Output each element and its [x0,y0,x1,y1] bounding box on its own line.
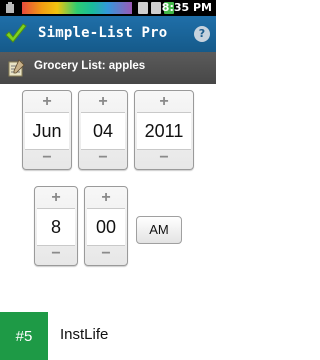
notification-strip [22,2,132,14]
month-increment-button[interactable]: + [23,92,71,112]
minute-increment-button[interactable]: + [85,188,127,208]
list-header: Grocery List: apples [0,52,216,84]
title-bar: Simple-List Pro ? [0,16,216,52]
hour-value[interactable]: 8 [37,208,75,246]
minute-decrement-button[interactable]: − [85,244,127,264]
app-name: InstLife [60,326,109,343]
hour-spinner: + 8 − [34,186,78,266]
hour-decrement-button[interactable]: − [35,244,77,264]
wifi-icon [138,2,148,14]
list-title: Grocery List: apples [34,60,146,72]
year-value[interactable]: 2011 [137,112,191,150]
status-time: 8:35 PM [161,1,212,14]
day-spinner: + 04 − [78,90,128,170]
month-spinner: + Jun − [22,90,72,170]
minute-value[interactable]: 00 [87,208,125,246]
hour-increment-button[interactable]: + [35,188,77,208]
month-value[interactable]: Jun [25,112,69,150]
usb-icon [6,2,14,13]
year-increment-button[interactable]: + [135,92,193,112]
ampm-toggle-button[interactable]: AM [136,216,182,244]
rank-badge: #5 [0,312,48,360]
minute-spinner: + 00 − [84,186,128,266]
checkmark-icon [5,23,27,43]
status-bar: 8:35 PM [0,0,216,16]
app-title: Simple-List Pro [38,25,168,41]
notepad-icon [8,59,25,77]
month-decrement-button[interactable]: − [23,148,71,168]
year-spinner: + 2011 − [134,90,194,170]
signal-icon [151,2,161,14]
day-value[interactable]: 04 [81,112,125,150]
day-decrement-button[interactable]: − [79,148,127,168]
app-rank-footer: #5 InstLife [0,312,216,360]
day-increment-button[interactable]: + [79,92,127,112]
date-time-picker: + Jun − + 04 − + 2011 − + 8 − + 00 − AM [0,84,216,312]
help-icon[interactable]: ? [194,26,210,42]
year-decrement-button[interactable]: − [135,148,193,168]
